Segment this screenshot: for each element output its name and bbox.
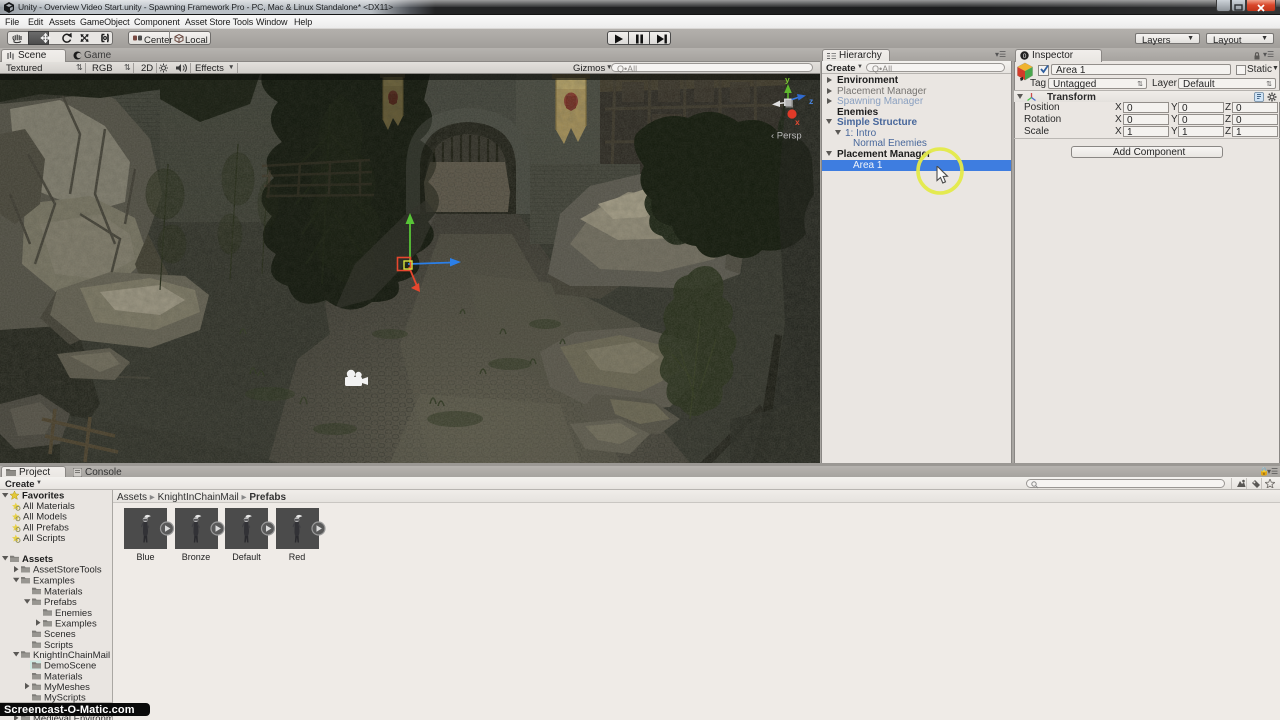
svg-text:Favorites: Favorites: [22, 491, 64, 502]
svg-text:Assets: Assets: [22, 554, 53, 565]
svg-text:y: y: [785, 75, 790, 85]
svg-text:All Models: All Models: [23, 512, 67, 523]
svg-text:All Prefabs: All Prefabs: [23, 522, 69, 533]
svg-text:Examples: Examples: [55, 619, 97, 630]
svg-text:DemoScene: DemoScene: [44, 661, 96, 672]
svg-text:‹ Persp: ‹ Persp: [771, 131, 802, 142]
svg-text:Enemies: Enemies: [55, 608, 92, 619]
svg-text:0: 0: [1023, 53, 1027, 60]
svg-text:x: x: [795, 117, 800, 127]
svg-text:z: z: [809, 96, 813, 106]
svg-text:Materials: Materials: [44, 586, 83, 597]
svg-text:AssetStoreTools: AssetStoreTools: [33, 565, 102, 576]
svg-text:Scenes: Scenes: [44, 629, 76, 640]
svg-text:Prefabs: Prefabs: [44, 597, 77, 608]
svg-text:All Materials: All Materials: [23, 501, 75, 512]
svg-text:MyMeshes: MyMeshes: [44, 682, 90, 693]
svg-text:Examples: Examples: [33, 576, 75, 587]
svg-text:KnightInChainMail: KnightInChainMail: [33, 650, 110, 661]
svg-text:Materials: Materials: [44, 672, 83, 683]
svg-text:All Scripts: All Scripts: [23, 533, 65, 544]
